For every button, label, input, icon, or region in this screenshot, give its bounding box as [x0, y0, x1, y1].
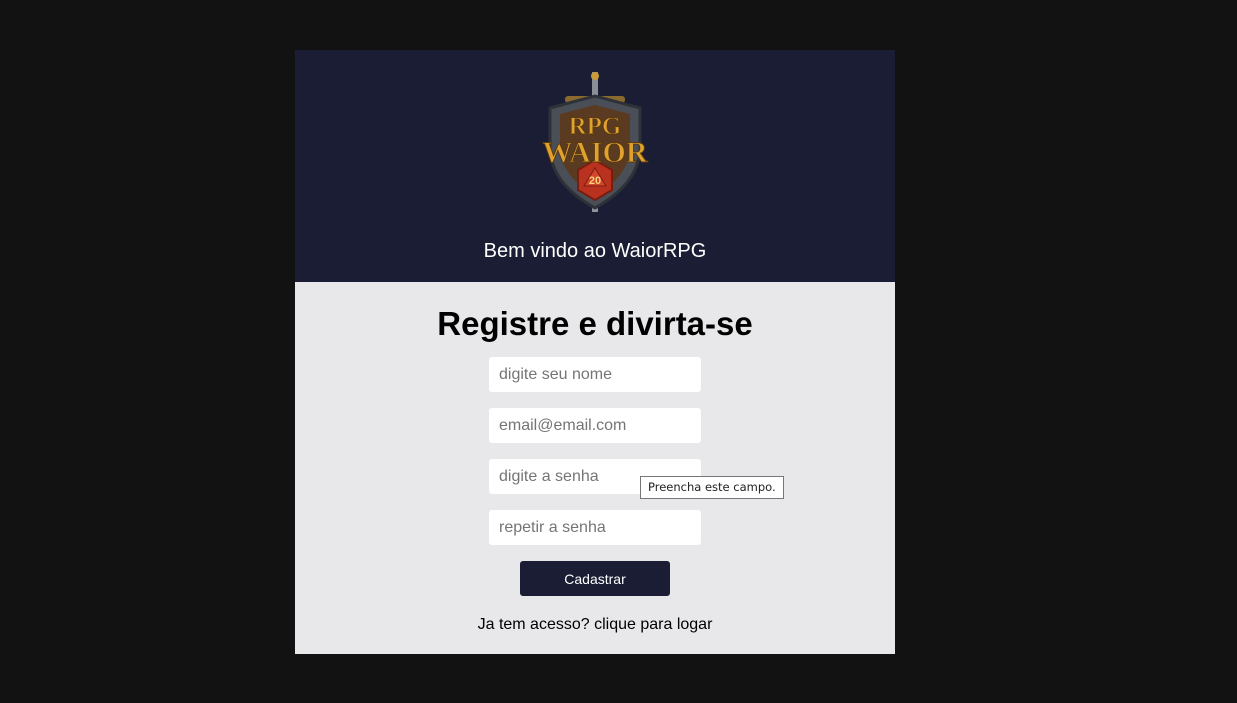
name-input[interactable] [489, 357, 701, 392]
register-card: 20 RPG WAIOR Bem vindo ao WaiorRPG Regis… [295, 50, 895, 654]
login-link[interactable]: Ja tem acesso? clique para logar [295, 615, 895, 635]
rpg-waior-logo: 20 RPG WAIOR [542, 72, 648, 212]
register-button[interactable]: Cadastrar [520, 561, 670, 596]
card-header: 20 RPG WAIOR Bem vindo ao WaiorRPG [295, 50, 895, 282]
logo-line-2: WAIOR [542, 136, 647, 169]
repeat-password-input[interactable] [489, 510, 701, 545]
welcome-text: Bem vindo ao WaiorRPG [483, 240, 707, 262]
validation-tooltip: Preencha este campo. [640, 476, 784, 499]
form-title: Registre e divirta-se [437, 305, 753, 342]
logo-dice-number: 20 [589, 175, 601, 187]
email-input[interactable] [489, 408, 701, 443]
register-form: Registre e divirta-se Cadastrar Ja tem a… [295, 282, 895, 654]
